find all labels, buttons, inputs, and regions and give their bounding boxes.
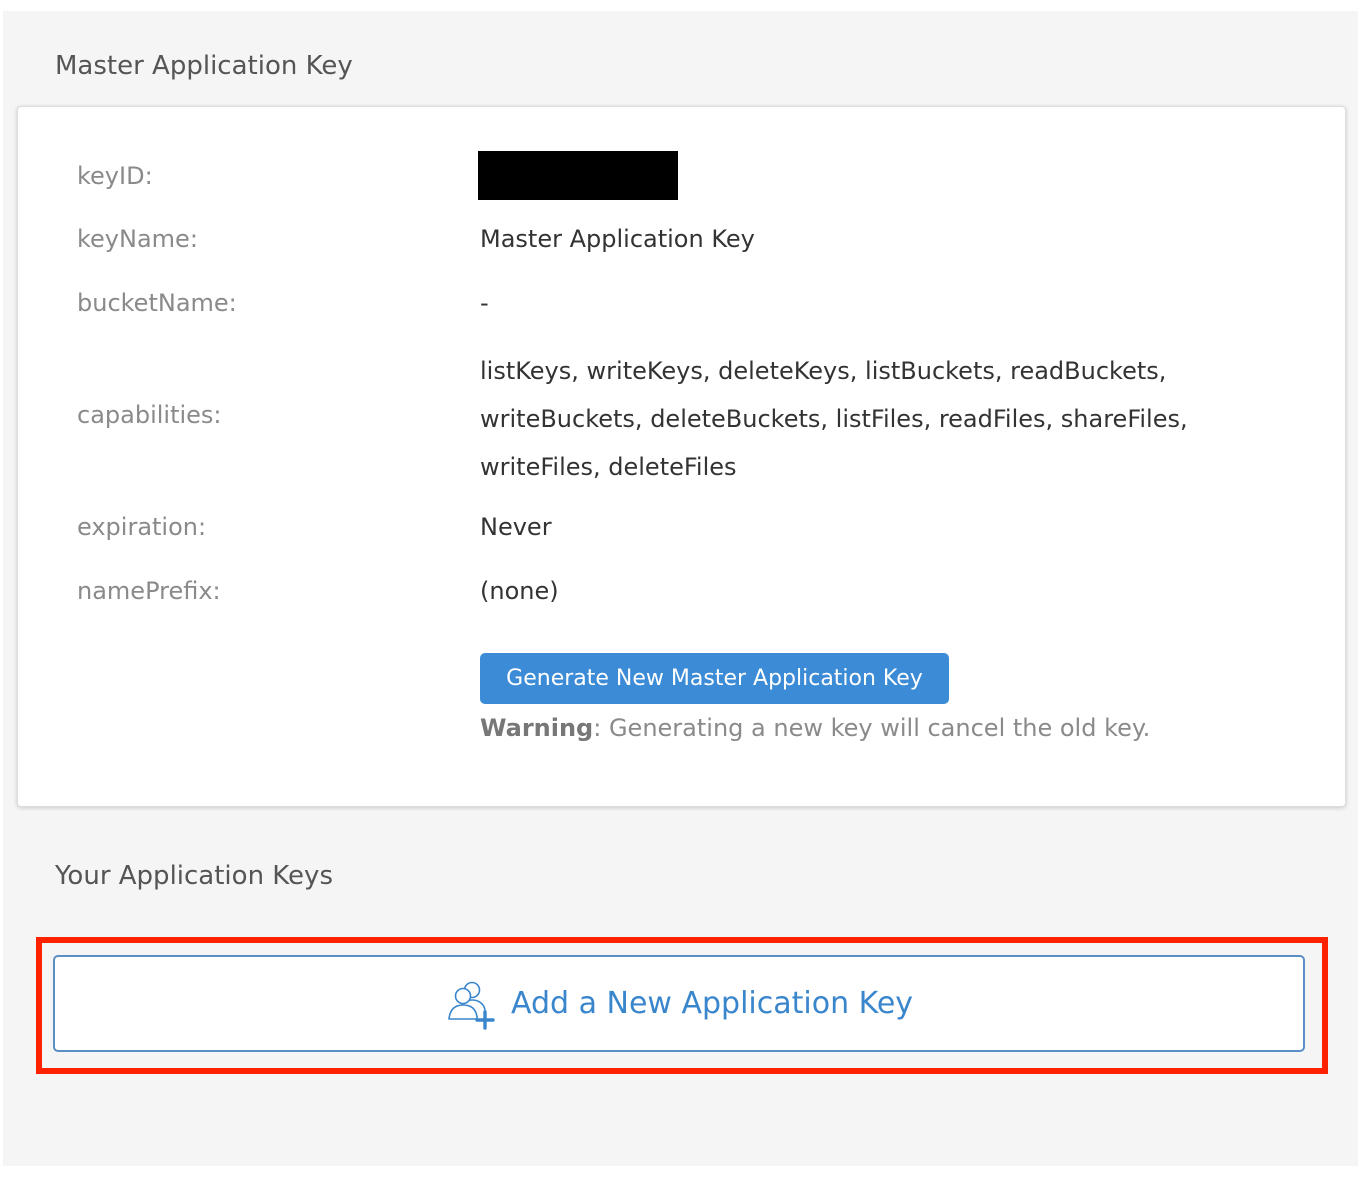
keyid-label: keyID: bbox=[77, 162, 153, 190]
nameprefix-value: (none) bbox=[480, 577, 559, 605]
keyname-value: Master Application Key bbox=[480, 225, 755, 253]
bucketname-label: bucketName: bbox=[77, 289, 237, 317]
warning-text: : Generating a new key will cancel the o… bbox=[593, 714, 1151, 742]
generate-master-key-button[interactable]: Generate New Master Application Key bbox=[480, 653, 949, 704]
keyname-label: keyName: bbox=[77, 225, 198, 253]
nameprefix-label: namePrefix: bbox=[77, 577, 221, 605]
master-key-section-title: Master Application Key bbox=[55, 51, 353, 81]
bucketname-value: - bbox=[480, 289, 489, 317]
add-application-key-button[interactable]: Add a New Application Key bbox=[53, 955, 1305, 1052]
warning-bold-label: Warning bbox=[480, 714, 594, 742]
capabilities-label: capabilities: bbox=[77, 401, 222, 429]
expiration-value: Never bbox=[480, 513, 552, 541]
add-application-key-label: Add a New Application Key bbox=[510, 985, 914, 1021]
master-key-card: keyID: keyName: Master Application Key b… bbox=[17, 106, 1346, 807]
capabilities-value: listKeys, writeKeys, deleteKeys, listBuc… bbox=[480, 357, 1188, 481]
keyid-redacted-value bbox=[478, 151, 678, 200]
users-add-icon bbox=[448, 981, 495, 1030]
page-background: Master Application Key keyID: keyName: M… bbox=[3, 11, 1358, 1166]
generate-warning: Warning: Generating a new key will cance… bbox=[480, 716, 1150, 740]
expiration-label: expiration: bbox=[77, 513, 207, 541]
your-keys-section-title: Your Application Keys bbox=[55, 861, 333, 891]
